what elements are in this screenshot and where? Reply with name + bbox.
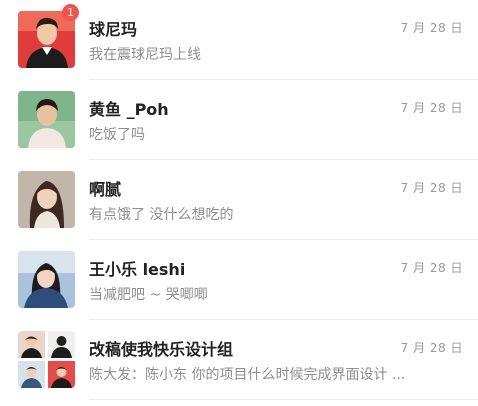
person-photo-icon	[18, 251, 75, 308]
chat-list: 1 球尼玛 我在震球尼玛上线 7 月 28 日 黄鱼 _Poh 吃饭了吗 7 月…	[0, 0, 478, 406]
avatar[interactable]	[18, 171, 75, 228]
divider	[89, 399, 478, 400]
chat-name: 改稿使我快乐设计组	[89, 340, 234, 359]
chat-row-group-design[interactable]: 改稿使我快乐设计组 陈大发：陈小东 你的项目什么时候完成界面设计 ... 7 月…	[0, 320, 478, 400]
chat-name: 球尼玛	[89, 20, 138, 39]
chat-preview: 我在震球尼玛上线	[89, 47, 201, 63]
chat-preview: 当减肥吧 ~ 哭唧唧	[89, 287, 208, 303]
chat-row-huangyu[interactable]: 黄鱼 _Poh 吃饭了吗 7 月 28 日	[0, 80, 478, 160]
person-photo-icon	[18, 171, 75, 228]
chat-preview: 有点饿了 没什么想吃的	[89, 207, 234, 223]
chat-date: 7 月 28 日	[400, 261, 463, 275]
chat-date: 7 月 28 日	[400, 341, 463, 355]
unread-badge: 1	[62, 4, 79, 21]
chat-row-wangxiaole[interactable]: 王小乐 leshi 当减肥吧 ~ 哭唧唧 7 月 28 日	[0, 240, 478, 320]
chat-date: 7 月 28 日	[400, 21, 463, 35]
chat-name: 王小乐 leshi	[89, 260, 186, 279]
chat-preview: 陈大发：陈小东 你的项目什么时候完成界面设计 ...	[89, 367, 406, 383]
avatar[interactable]	[18, 331, 75, 388]
chat-row-anì[interactable]: 啊腻 有点饿了 没什么想吃的 7 月 28 日	[0, 160, 478, 240]
avatar[interactable]	[18, 91, 75, 148]
chat-preview: 吃饭了吗	[89, 127, 145, 143]
chat-row-qiunima[interactable]: 1 球尼玛 我在震球尼玛上线 7 月 28 日	[0, 0, 478, 80]
group-avatar-grid-icon	[18, 331, 75, 388]
person-photo-icon	[18, 91, 75, 148]
chat-date: 7 月 28 日	[400, 101, 463, 115]
chat-name: 啊腻	[89, 180, 122, 199]
chat-name: 黄鱼 _Poh	[89, 100, 169, 119]
chat-date: 7 月 28 日	[400, 181, 463, 195]
avatar[interactable]	[18, 251, 75, 308]
